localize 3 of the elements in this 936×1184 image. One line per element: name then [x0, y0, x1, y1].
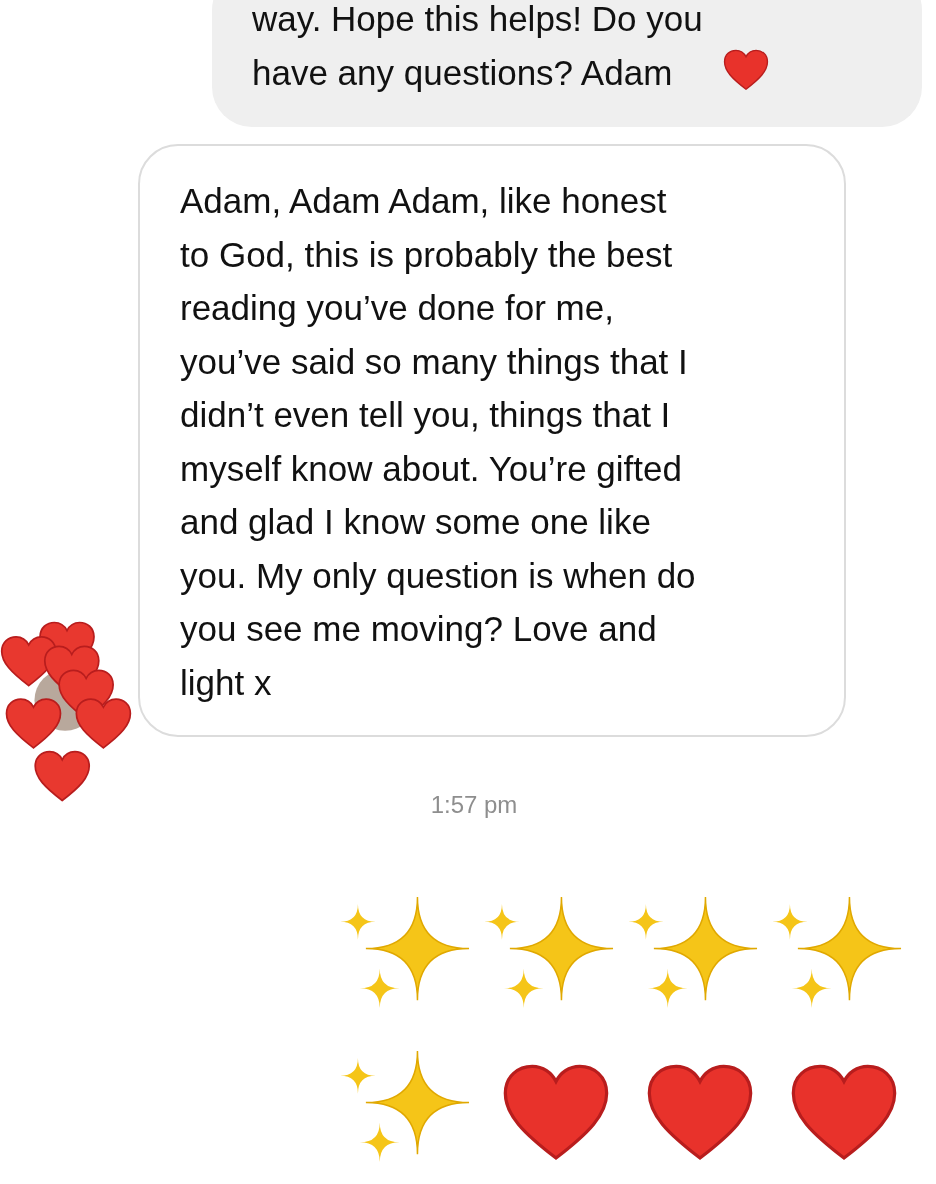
message-text: Adam, Adam Adam, like honest to God, this is probably the best reading you’ve done for me, you’ve said so many things that I didn’t even tell you, things that I myself know about. You’re gifted and glad I know some one like you. My only question is when do you see me moving? Love and light x [180, 180, 696, 704]
timestamp: 1:57 pm [429, 791, 519, 819]
message-text: way. Hope this helps! Do you have any questions? Adam [252, 0, 703, 94]
